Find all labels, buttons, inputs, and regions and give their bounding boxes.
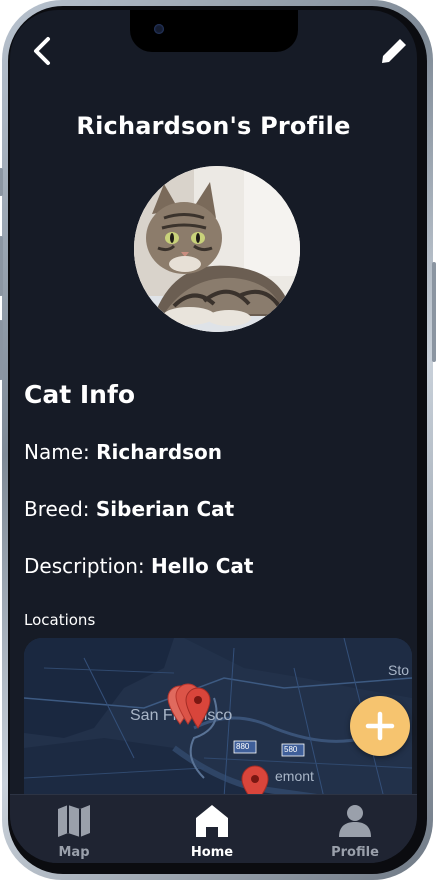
cat-photo bbox=[134, 166, 300, 332]
volume-up-button bbox=[0, 236, 3, 296]
description-row: Description: Hello Cat bbox=[24, 554, 253, 578]
tab-profile-label: Profile bbox=[331, 845, 379, 860]
breed-value: Siberian Cat bbox=[95, 497, 235, 521]
map-marker-cluster[interactable] bbox=[162, 678, 222, 738]
name-label: Name: bbox=[24, 440, 90, 464]
map-icon bbox=[58, 805, 90, 837]
tab-map[interactable]: Map bbox=[24, 803, 124, 860]
volume-down-button bbox=[0, 320, 3, 380]
highway-580-label: 580 bbox=[284, 745, 298, 754]
back-button[interactable] bbox=[28, 35, 60, 67]
add-location-button[interactable] bbox=[350, 696, 410, 756]
power-button bbox=[432, 262, 436, 362]
chevron-left-icon bbox=[34, 37, 50, 65]
pencil-icon bbox=[382, 39, 406, 63]
map-label-place-bottom: emont bbox=[275, 768, 314, 784]
edit-button[interactable] bbox=[378, 35, 410, 67]
notch bbox=[130, 10, 298, 52]
tab-home-label: Home bbox=[190, 845, 234, 860]
breed-row: Breed: Siberian Cat bbox=[24, 497, 234, 521]
description-label: Description: bbox=[24, 554, 145, 578]
app-screen: Richardson's Profile Cat Info Name: Rich… bbox=[10, 10, 417, 863]
name-value: Richardson bbox=[96, 440, 223, 464]
tab-home[interactable]: Home bbox=[162, 803, 262, 860]
mute-switch bbox=[0, 168, 3, 196]
cat-info-heading: Cat Info bbox=[24, 380, 136, 409]
name-row: Name: Richardson bbox=[24, 440, 222, 464]
home-icon bbox=[196, 805, 228, 837]
page-title: Richardson's Profile bbox=[76, 112, 351, 140]
highway-880-label: 880 bbox=[236, 742, 250, 751]
tab-profile[interactable]: Profile bbox=[305, 803, 405, 860]
location-marker-icon[interactable] bbox=[240, 764, 270, 798]
description-value: Hello Cat bbox=[151, 554, 254, 578]
person-icon bbox=[339, 805, 371, 837]
cat-avatar bbox=[134, 166, 300, 332]
camera-icon bbox=[154, 24, 164, 34]
tab-map-label: Map bbox=[58, 845, 90, 860]
bottom-tab-bar: Map Home Profile bbox=[10, 794, 417, 863]
map-label-place-right: Sto bbox=[388, 662, 410, 678]
plus-icon bbox=[365, 711, 395, 741]
locations-label: Locations bbox=[24, 611, 96, 629]
breed-label: Breed: bbox=[24, 497, 90, 521]
